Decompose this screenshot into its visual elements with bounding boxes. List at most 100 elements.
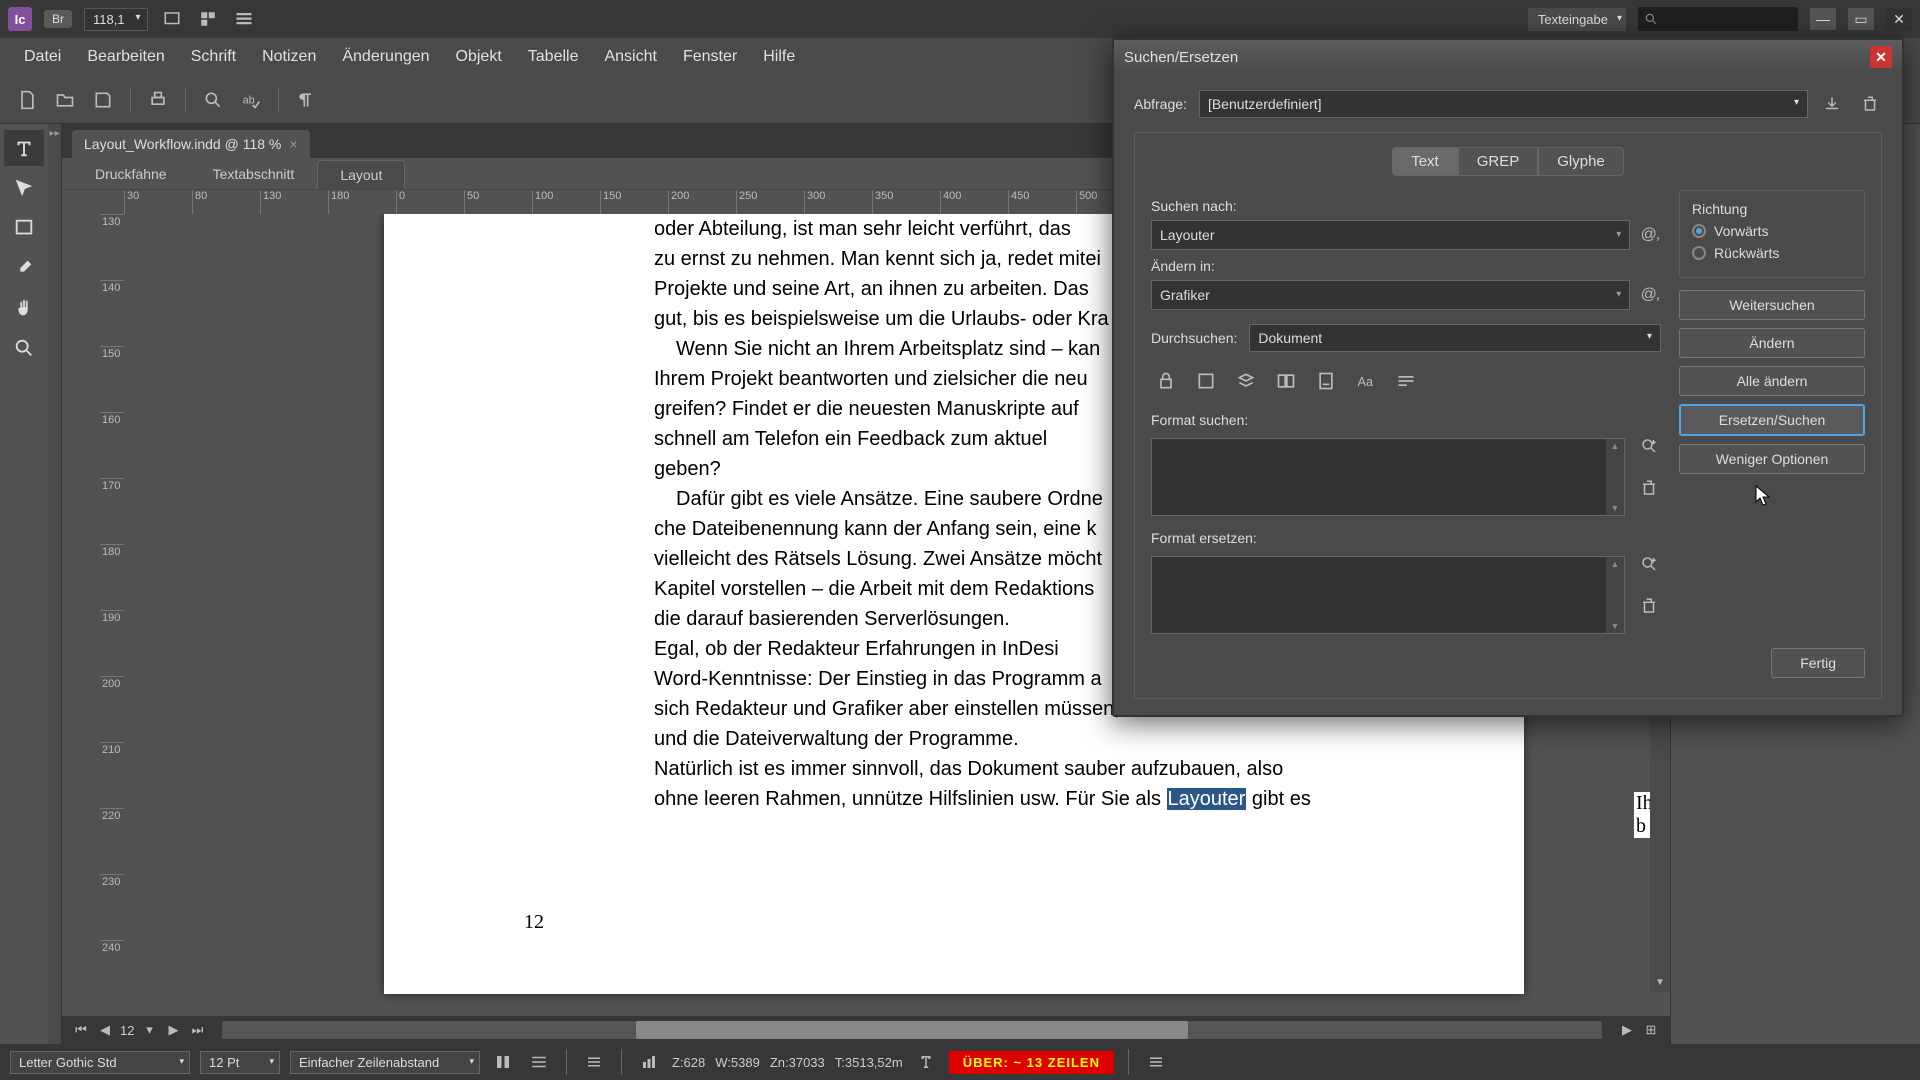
close-tab-icon[interactable]: ×: [289, 136, 297, 152]
done-button[interactable]: Fertig: [1771, 648, 1865, 678]
zoom-dropdown[interactable]: 118,1: [84, 8, 148, 31]
fewer-options-button[interactable]: Weniger Optionen: [1679, 444, 1865, 474]
direction-label: Richtung: [1692, 201, 1852, 217]
locked-stories-icon[interactable]: [1191, 366, 1221, 396]
view-options-icon[interactable]: [232, 7, 256, 31]
search-scope-select[interactable]: Dokument: [1249, 324, 1661, 352]
app-icon: Ic: [8, 7, 32, 31]
minimize-button[interactable]: —: [1810, 8, 1836, 30]
arrange-icon[interactable]: [196, 7, 220, 31]
change-find-button[interactable]: Ersetzen/Suchen: [1679, 404, 1865, 436]
close-app-button[interactable]: ✕: [1886, 8, 1912, 30]
query-label: Abfrage:: [1134, 96, 1187, 112]
menu-ansicht[interactable]: Ansicht: [592, 42, 668, 72]
mode-tab-glyphe[interactable]: Glyphe: [1538, 147, 1624, 176]
workspace-selector[interactable]: Texteingabe: [1528, 8, 1626, 31]
find-icon[interactable]: [198, 85, 228, 115]
document-tab[interactable]: Layout_Workflow.indd @ 118 % ×: [72, 130, 310, 158]
open-icon[interactable]: [50, 85, 80, 115]
hsb-right-icon[interactable]: ▶: [1618, 1021, 1636, 1039]
print-icon[interactable]: [143, 85, 173, 115]
menu-schrift[interactable]: Schrift: [179, 42, 248, 72]
format-change-specify-icon[interactable]: [1637, 552, 1661, 576]
find-next-button[interactable]: Weitersuchen: [1679, 290, 1865, 320]
menu-icon[interactable]: [581, 1049, 607, 1075]
master-pages-icon[interactable]: [1271, 366, 1301, 396]
delete-query-icon[interactable]: [1858, 92, 1882, 116]
menu-aenderungen[interactable]: Änderungen: [330, 42, 441, 72]
nav-dropdown-icon[interactable]: ▾: [140, 1021, 158, 1039]
whole-word-icon[interactable]: [1391, 366, 1421, 396]
hand-tool[interactable]: [4, 290, 44, 326]
query-select[interactable]: [Benutzerdefiniert]: [1199, 90, 1808, 118]
bridge-button[interactable]: Br: [44, 10, 72, 28]
save-icon[interactable]: [88, 85, 118, 115]
document-tab-label: Layout_Workflow.indd @ 118 %: [84, 136, 281, 152]
doc-footer: ⏮ ◀ 12 ▾ ▶ ⏭ ▶ ⊞: [62, 1016, 1670, 1044]
format-find-box[interactable]: ▲▼: [1151, 438, 1625, 516]
format-change-box[interactable]: ▲▼: [1151, 556, 1625, 634]
note-tool[interactable]: [4, 210, 44, 246]
dialog-title: Suchen/Ersetzen: [1124, 49, 1238, 66]
direction-forward[interactable]: Vorwärts: [1692, 223, 1852, 239]
eyedropper-tool[interactable]: [4, 250, 44, 286]
font-size-select[interactable]: 12 Pt: [200, 1051, 280, 1074]
dialog-title-bar[interactable]: Suchen/Ersetzen ✕: [1114, 40, 1902, 74]
menu-datei[interactable]: Datei: [12, 42, 73, 72]
new-icon[interactable]: [12, 85, 42, 115]
change-button[interactable]: Ändern: [1679, 328, 1865, 358]
find-special-char-icon[interactable]: @,: [1640, 226, 1661, 244]
menu-hilfe[interactable]: Hilfe: [751, 42, 807, 72]
paragraph-icon[interactable]: [291, 85, 321, 115]
format-find-specify-icon[interactable]: [1637, 434, 1661, 458]
mode-tab-grep[interactable]: GREP: [1458, 147, 1539, 176]
dialog-close-button[interactable]: ✕: [1870, 46, 1892, 68]
stats-icon[interactable]: [636, 1049, 662, 1075]
menu-fenster[interactable]: Fenster: [671, 42, 749, 72]
locked-layers-icon[interactable]: [1151, 366, 1181, 396]
split-view-icon[interactable]: ⊞: [1642, 1021, 1660, 1039]
leading-select[interactable]: Einfacher Zeilenabstand: [290, 1051, 480, 1074]
status-menu-icon[interactable]: [1143, 1049, 1169, 1075]
format-change-clear-icon[interactable]: [1637, 594, 1661, 618]
zoom-tool[interactable]: [4, 330, 44, 366]
first-page-icon[interactable]: ⏮: [72, 1021, 90, 1039]
cursor-icon: [1755, 485, 1773, 507]
change-input[interactable]: Grafiker: [1151, 280, 1630, 310]
horizontal-scrollbar[interactable]: [222, 1021, 1602, 1039]
depth-icon[interactable]: [913, 1049, 939, 1075]
find-label: Suchen nach:: [1151, 198, 1661, 214]
view-tab-layout[interactable]: Layout: [317, 160, 405, 189]
change-special-char-icon[interactable]: @,: [1640, 286, 1661, 304]
mode-tab-text[interactable]: Text: [1392, 147, 1458, 176]
type-tool[interactable]: [4, 130, 44, 166]
save-query-icon[interactable]: [1820, 92, 1844, 116]
footnotes-icon[interactable]: [1311, 366, 1341, 396]
screen-mode-icon[interactable]: [160, 7, 184, 31]
prev-page-icon[interactable]: ◀: [96, 1021, 114, 1039]
panel-expand[interactable]: ▸▸: [48, 124, 62, 1044]
direction-backward[interactable]: Rückwärts: [1692, 245, 1852, 261]
page-nav-value: 12: [120, 1023, 134, 1038]
find-input[interactable]: Layouter: [1151, 220, 1630, 250]
font-family-select[interactable]: Letter Gothic Std: [10, 1051, 190, 1074]
last-page-icon[interactable]: ⏭: [188, 1021, 206, 1039]
change-all-button[interactable]: Alle ändern: [1679, 366, 1865, 396]
position-tool[interactable]: [4, 170, 44, 206]
help-search[interactable]: [1638, 7, 1798, 31]
menu-objekt[interactable]: Objekt: [444, 42, 514, 72]
menu-bearbeiten[interactable]: Bearbeiten: [75, 42, 176, 72]
maximize-button[interactable]: ▭: [1848, 8, 1874, 30]
view-tab-druckfahne[interactable]: Druckfahne: [72, 159, 190, 189]
columns-icon[interactable]: [490, 1049, 516, 1075]
view-tab-textabschnitt[interactable]: Textabschnitt: [190, 159, 318, 189]
change-label: Ändern in:: [1151, 258, 1661, 274]
format-find-clear-icon[interactable]: [1637, 476, 1661, 500]
menu-notizen[interactable]: Notizen: [250, 42, 328, 72]
menu-tabelle[interactable]: Tabelle: [516, 42, 591, 72]
align-icon[interactable]: [526, 1049, 552, 1075]
next-page-icon[interactable]: ▶: [164, 1021, 182, 1039]
spellcheck-icon[interactable]: ab: [236, 85, 266, 115]
case-sensitive-icon[interactable]: Aa: [1351, 366, 1381, 396]
hidden-layers-icon[interactable]: [1231, 366, 1261, 396]
